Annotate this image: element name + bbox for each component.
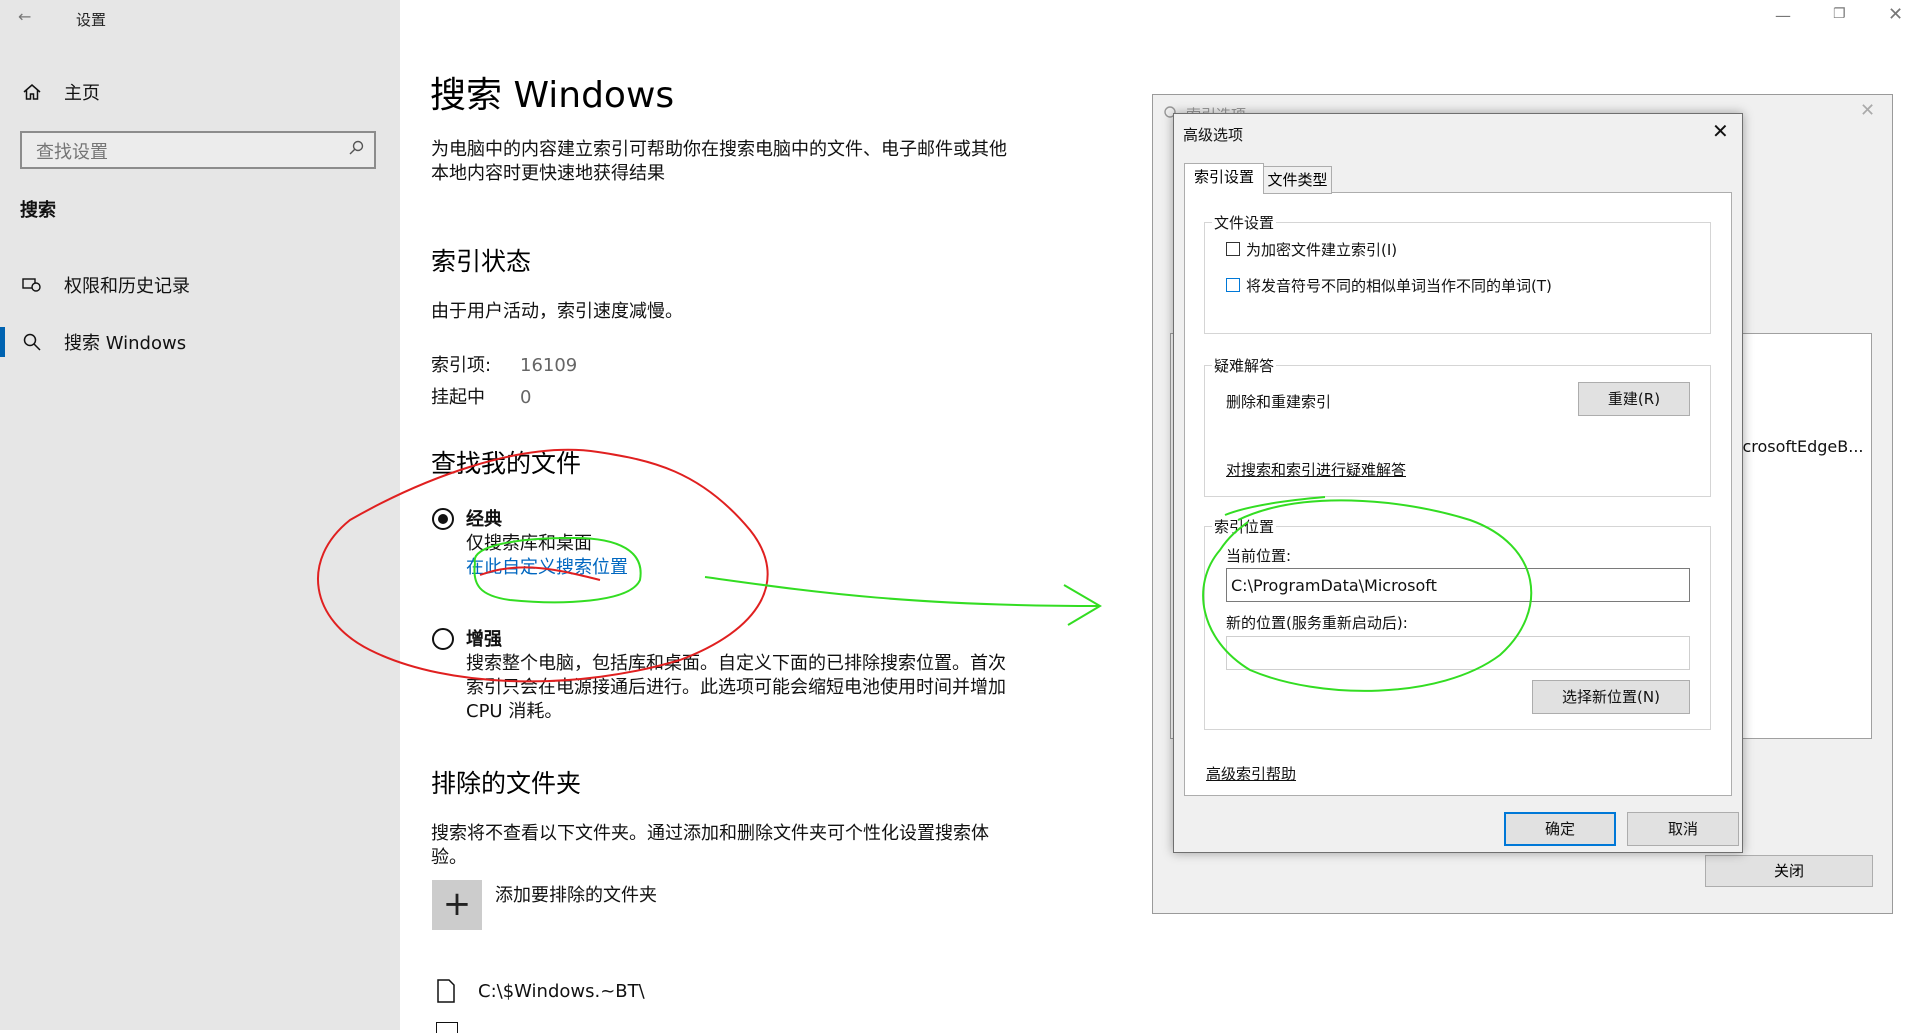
settings-search-input[interactable] bbox=[34, 139, 338, 165]
green-arrow-head bbox=[1063, 584, 1102, 626]
home-icon bbox=[20, 80, 44, 104]
encrypt-checkbox[interactable] bbox=[1226, 242, 1240, 256]
close-icon[interactable]: ✕ bbox=[1712, 119, 1729, 143]
index-status-message: 由于用户活动，索引速度减慢。 bbox=[431, 301, 683, 322]
classic-radio[interactable] bbox=[432, 508, 454, 530]
select-new-location-button[interactable]: 选择新位置(N) bbox=[1532, 680, 1690, 714]
enhanced-desc-3: CPU 消耗。 bbox=[466, 701, 563, 722]
intro-line-2: 本地内容时更快速地获得结果 bbox=[431, 163, 665, 184]
find-files-heading: 查找我的文件 bbox=[431, 449, 582, 478]
enhanced-desc-1: 搜索整个电脑，包括库和桌面。自定义下面的已排除搜索位置。首次 bbox=[466, 653, 1006, 674]
index-status-heading: 索引状态 bbox=[431, 247, 532, 276]
sidebar-item-search-windows[interactable]: 搜索 Windows bbox=[20, 325, 186, 359]
file-settings-label: 文件设置 bbox=[1212, 212, 1277, 233]
pending-value: 0 bbox=[520, 387, 532, 408]
new-location-field[interactable] bbox=[1226, 636, 1690, 670]
customize-locations-link[interactable]: 在此自定义搜索位置 bbox=[466, 556, 628, 580]
excluded-folder-path[interactable]: C:\$Windows.~BT\ bbox=[478, 980, 645, 1004]
enhanced-label[interactable]: 增强 bbox=[466, 628, 502, 652]
index-options-close-button[interactable]: 关闭 bbox=[1705, 855, 1873, 887]
maximize-icon[interactable]: ❐ bbox=[1833, 6, 1846, 22]
rebuild-text: 删除和重建索引 bbox=[1226, 393, 1332, 411]
sidebar-item-label: 搜索 Windows bbox=[64, 333, 187, 354]
sidebar-section-title: 搜索 bbox=[20, 200, 56, 221]
current-location-field[interactable] bbox=[1226, 568, 1690, 602]
troubleshoot-link[interactable]: 对搜索和索引进行疑难解答 bbox=[1226, 459, 1406, 480]
ok-button[interactable]: 确定 bbox=[1504, 812, 1616, 846]
window-title: 设置 bbox=[76, 11, 107, 29]
folder-icon bbox=[436, 978, 456, 1008]
sidebar-item-label: 主页 bbox=[64, 83, 100, 104]
diacritics-label[interactable]: 将发音符号不同的相似单词当作不同的单词(T) bbox=[1246, 275, 1552, 296]
new-location-label: 新的位置(服务重新启动后): bbox=[1226, 614, 1408, 632]
close-icon[interactable]: ✕ bbox=[1860, 100, 1875, 121]
indexed-label: 索引项: bbox=[431, 355, 492, 376]
excluded-heading: 排除的文件夹 bbox=[431, 769, 582, 798]
enhanced-desc-2: 索引只会在电源接通后进行。此选项可能会缩短电池使用时间并增加 bbox=[466, 677, 1006, 698]
advanced-help-link[interactable]: 高级索引帮助 bbox=[1206, 763, 1296, 784]
index-location-label: 索引位置 bbox=[1212, 516, 1277, 537]
excluded-desc-1: 搜索将不查看以下文件夹。通过添加和删除文件夹可个性化设置搜索体 bbox=[431, 823, 989, 844]
current-location-label: 当前位置: bbox=[1226, 547, 1292, 565]
page-title: 搜索 Windows bbox=[430, 75, 675, 116]
folder-icon bbox=[436, 1022, 458, 1033]
back-arrow-icon[interactable]: ← bbox=[18, 6, 40, 28]
search-icon[interactable] bbox=[348, 140, 364, 160]
enhanced-radio[interactable] bbox=[432, 628, 454, 650]
sidebar-item-permissions[interactable]: 权限和历史记录 bbox=[20, 268, 190, 302]
tab-index-settings[interactable]: 索引设置 bbox=[1184, 163, 1264, 193]
tab-file-types[interactable]: 文件类型 bbox=[1263, 166, 1332, 194]
new-location-input[interactable] bbox=[1227, 637, 1689, 669]
green-arrow-line bbox=[704, 576, 1101, 607]
intro-line-1: 为电脑中的内容建立索引可帮助你在搜索电脑中的文件、电子邮件或其他 bbox=[431, 139, 1007, 160]
indexed-value: 16109 bbox=[520, 355, 578, 376]
sidebar-item-home[interactable]: 主页 bbox=[20, 75, 100, 109]
cancel-button[interactable]: 取消 bbox=[1627, 812, 1739, 846]
classic-description: 仅搜索库和桌面 bbox=[466, 533, 592, 554]
rebuild-button[interactable]: 重建(R) bbox=[1578, 382, 1690, 416]
permissions-icon bbox=[20, 273, 44, 297]
index-location-item[interactable]: icrosoftEdgeB... bbox=[1738, 437, 1864, 456]
excluded-desc-2: 验。 bbox=[431, 847, 467, 868]
add-excluded-folder-button[interactable]: + bbox=[432, 880, 482, 930]
encrypt-label[interactable]: 为加密文件建立索引(I) bbox=[1246, 239, 1397, 260]
diacritics-checkbox[interactable] bbox=[1226, 278, 1240, 292]
close-icon[interactable]: ✕ bbox=[1888, 4, 1903, 25]
current-location-input[interactable] bbox=[1227, 569, 1689, 601]
search-icon bbox=[20, 330, 44, 354]
advanced-options-title: 高级选项 bbox=[1183, 126, 1244, 144]
minimize-icon[interactable]: — bbox=[1775, 6, 1791, 25]
sidebar-item-label: 权限和历史记录 bbox=[64, 276, 190, 297]
troubleshoot-label: 疑难解答 bbox=[1212, 355, 1277, 376]
pending-label: 挂起中 bbox=[431, 387, 485, 408]
classic-label[interactable]: 经典 bbox=[466, 508, 502, 532]
settings-search-box[interactable] bbox=[20, 131, 376, 169]
add-excluded-folder-label[interactable]: 添加要排除的文件夹 bbox=[495, 884, 657, 908]
active-indicator bbox=[0, 327, 5, 357]
